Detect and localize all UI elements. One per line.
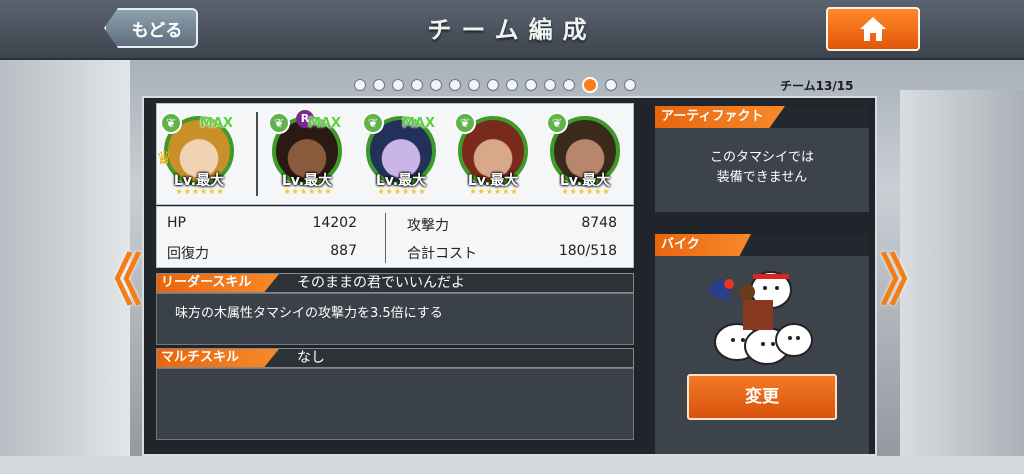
team-page-label: チーム13/15 — [780, 79, 854, 93]
artifact-slot[interactable]: このタマシイでは 装備できません — [655, 128, 869, 212]
multi-skill-name: なし — [297, 350, 325, 366]
rarity-stars: ★★★★★★ — [561, 187, 611, 196]
bike-cats-illustration — [707, 271, 813, 365]
max-badge: MAX — [402, 116, 436, 131]
pager-dot[interactable] — [544, 79, 556, 91]
wood-element-icon: ❦ — [160, 112, 182, 134]
cost-value: 180/518 — [558, 243, 617, 259]
attack-label: 攻撃力 — [407, 218, 449, 234]
change-bike-button[interactable]: 変更 — [687, 374, 837, 420]
artifact-message-line1: このタマシイでは — [709, 150, 814, 165]
rarity-stars: ★★★★★★ — [175, 187, 225, 196]
leader-skill-body: 味方の木属性タマシイの攻撃力を3.5倍にする — [156, 293, 634, 345]
leader-skill-header: リーダースキル そのままの君でいいんだよ — [156, 273, 634, 293]
cost-label: 合計コスト — [407, 246, 477, 262]
team-member-3[interactable]: ❦ MAX Lv.最大 ★★★★★★ — [362, 112, 442, 200]
team-member-4[interactable]: ❦ Lv.最大 ★★★★★★ — [454, 112, 534, 200]
pager-dot[interactable] — [605, 79, 617, 91]
multi-skill-tag: マルチスキル — [157, 349, 279, 367]
artifact-header: アーティファクト — [655, 106, 869, 128]
previous-team-arrow-icon[interactable]: 《 — [86, 236, 142, 317]
bike-tag: バイク — [655, 234, 751, 256]
artifact-tag: アーティファクト — [655, 106, 785, 128]
bike-header: バイク — [655, 234, 869, 256]
pager-dot[interactable] — [392, 79, 404, 91]
pager-dot[interactable] — [506, 79, 518, 91]
bike-slot: 変更 — [655, 256, 869, 454]
pager-dot[interactable] — [430, 79, 442, 91]
home-button[interactable] — [826, 7, 920, 51]
recovery-value: 887 — [330, 243, 357, 259]
multi-skill-body — [156, 368, 634, 440]
wood-element-icon: ❦ — [268, 112, 290, 134]
max-badge: MAX — [200, 116, 234, 131]
rarity-stars: ★★★★★★ — [469, 187, 519, 196]
wood-element-icon: ❦ — [362, 112, 384, 134]
rarity-stars: ★★★★★★ — [377, 187, 427, 196]
artifact-section: アーティファクト このタマシイでは 装備できません — [655, 106, 869, 226]
team-stats: HP 14202 回復力 887 攻撃力 8748 合計コスト 180/518 — [156, 206, 634, 268]
leader-divider — [256, 112, 258, 196]
pager-dot[interactable] — [354, 79, 366, 91]
home-icon — [860, 17, 886, 41]
attack-value: 8748 — [581, 215, 617, 231]
pager-dot[interactable] — [449, 79, 461, 91]
stats-divider — [385, 213, 386, 263]
pager-dot[interactable] — [525, 79, 537, 91]
wood-element-icon: ❦ — [546, 112, 568, 134]
max-badge: MAX — [308, 116, 342, 131]
pager-dot[interactable] — [624, 79, 636, 91]
pager-dot[interactable] — [468, 79, 480, 91]
background-floor — [0, 456, 1024, 474]
pager-dot[interactable] — [373, 79, 385, 91]
pager-dot[interactable] — [487, 79, 499, 91]
hp-label: HP — [167, 215, 186, 231]
leader-skill-description: 味方の木属性タマシイの攻撃力を3.5倍にする — [175, 306, 443, 321]
pager-dot[interactable] — [563, 79, 575, 91]
bike-section: バイク 変更 — [655, 234, 869, 454]
rarity-stars: ★★★★★★ — [283, 187, 333, 196]
pager-dot[interactable] — [411, 79, 423, 91]
team-member-1[interactable]: ❦ MAX ♛ Lv.最大 ★★★★★★ — [156, 112, 240, 200]
pager-dot[interactable] — [582, 77, 598, 93]
leader-skill-name: そのままの君でいいんだよ — [297, 275, 465, 291]
team-pager[interactable] — [354, 77, 636, 93]
leader-crown-icon: ♛ — [156, 148, 173, 169]
hp-value: 14202 — [312, 215, 357, 231]
wood-element-icon: ❦ — [454, 112, 476, 134]
team-member-5[interactable]: ❦ Lv.最大 ★★★★★★ — [546, 112, 626, 200]
next-team-arrow-icon[interactable]: 》 — [880, 236, 936, 317]
leader-skill-tag: リーダースキル — [157, 274, 279, 292]
multi-skill-header: マルチスキル なし — [156, 348, 634, 368]
recovery-label: 回復力 — [167, 246, 209, 262]
team-member-2[interactable]: ❦ R MAX Lv.最大 ★★★★★★ — [268, 110, 348, 200]
artifact-message-line2: 装備できません — [716, 170, 808, 185]
